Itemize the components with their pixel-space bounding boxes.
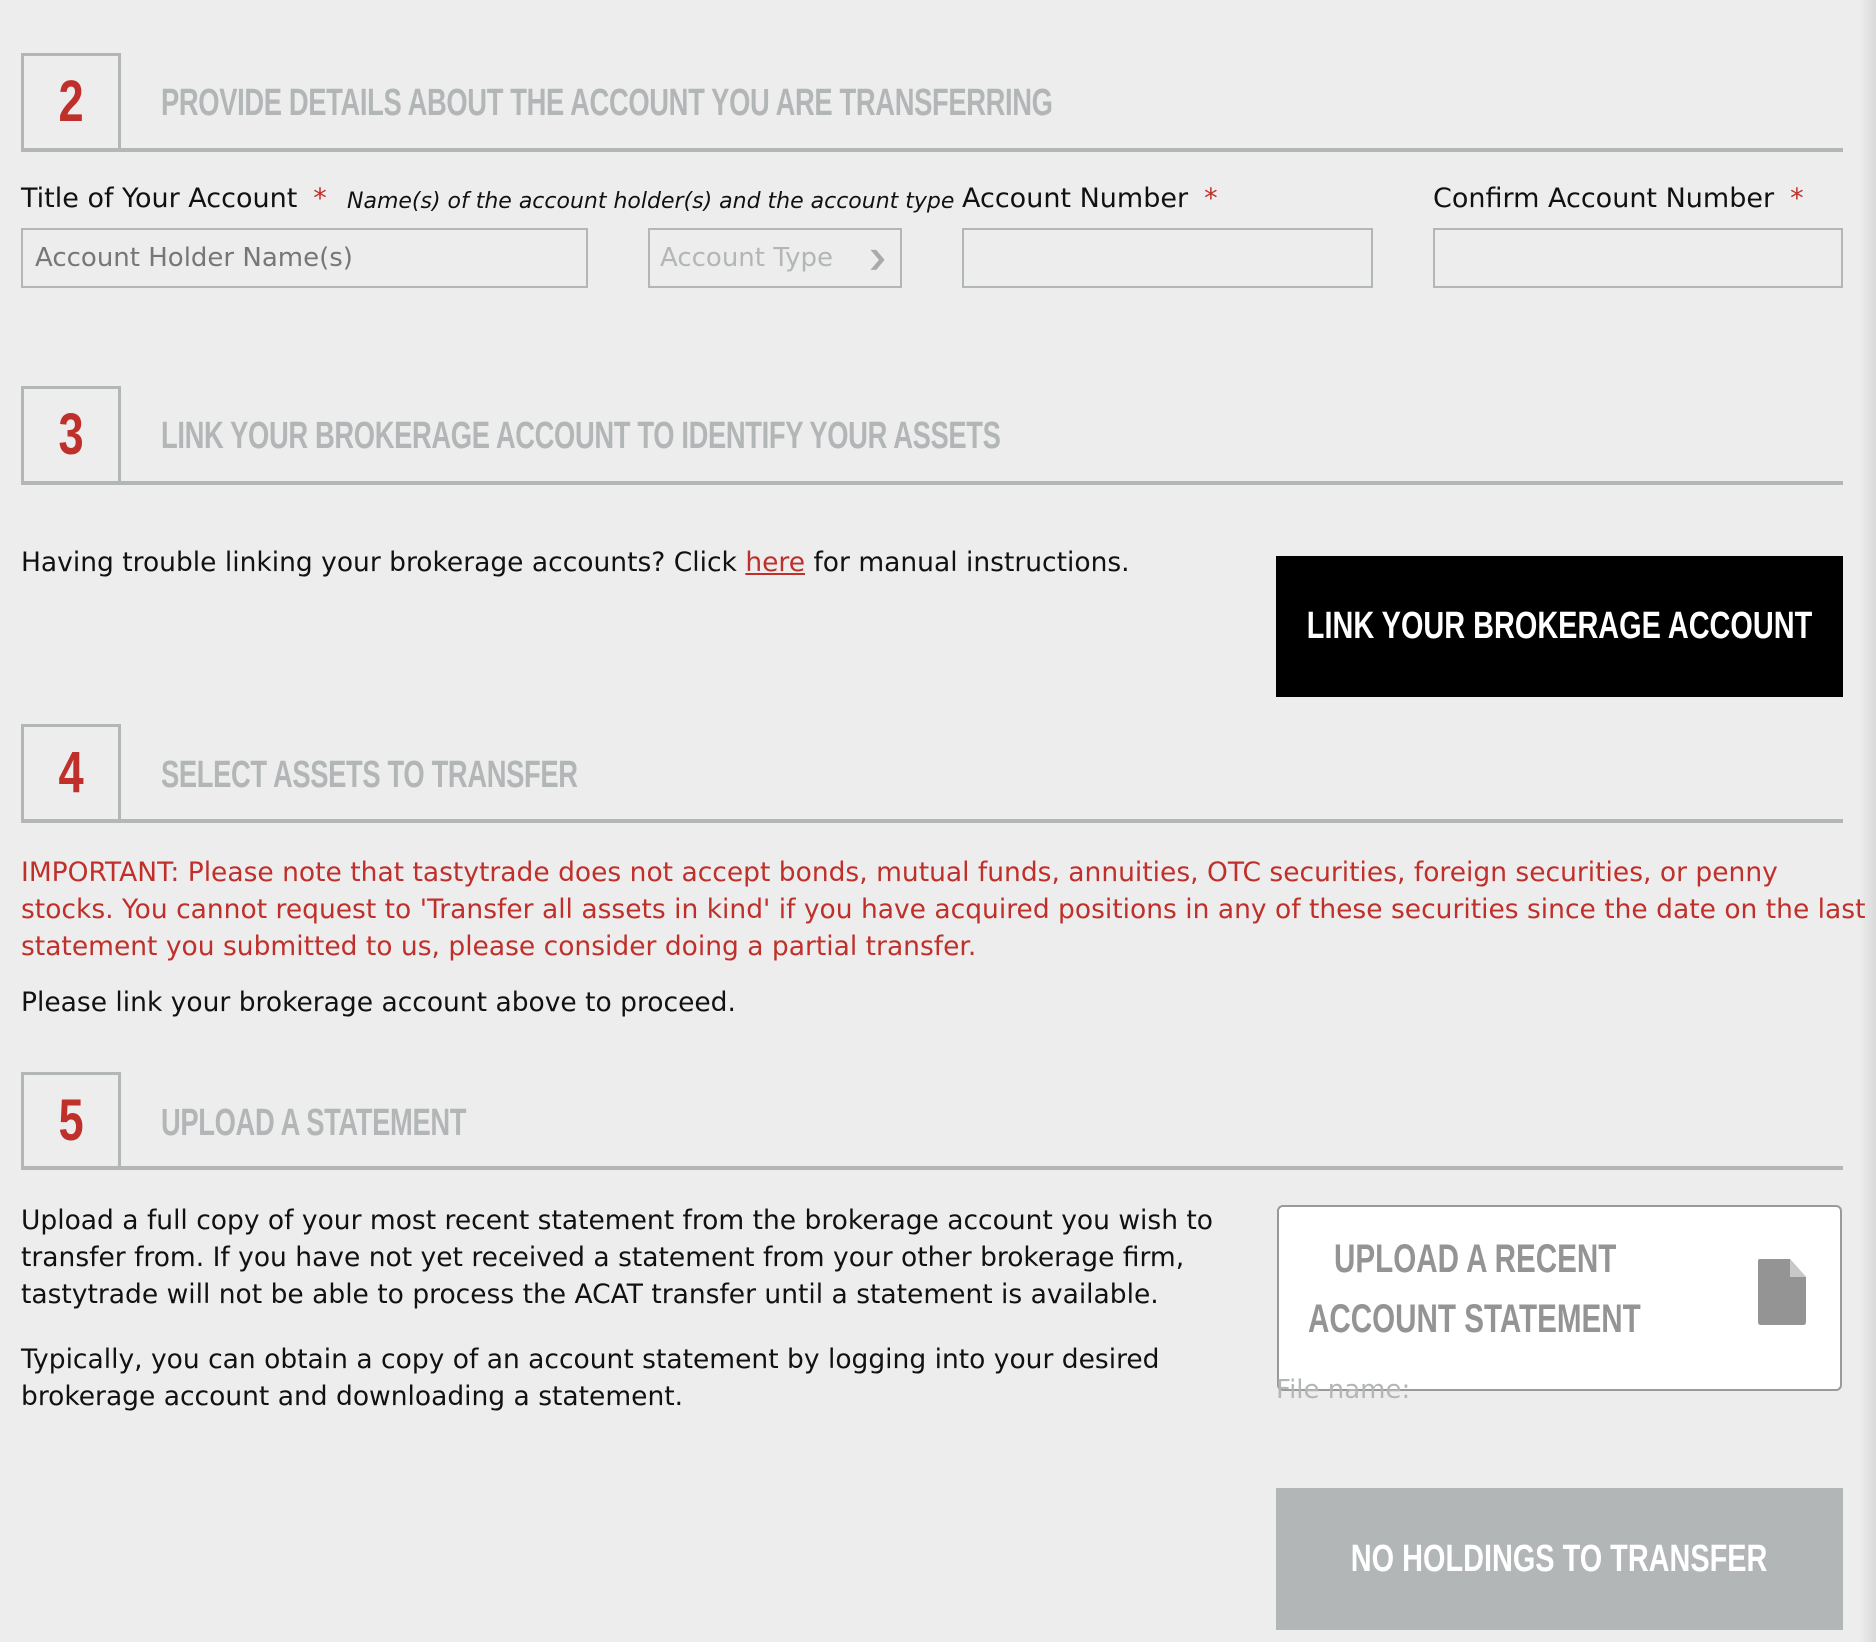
section-title: LINK YOUR BROKERAGE ACCOUNT TO IDENTIFY …: [161, 415, 1001, 457]
step-number: 4: [58, 740, 84, 805]
step-number-box: 4: [21, 724, 121, 819]
label-text: Title of Your Account: [21, 183, 298, 214]
title-hint: Name(s) of the account holder(s) and the…: [347, 189, 955, 214]
step-number: 2: [58, 69, 84, 134]
confirm-account-number-input[interactable]: [1433, 228, 1843, 288]
obtain-statement-tip: Typically, you can obtain a copy of an a…: [21, 1344, 1160, 1412]
section-divider: [21, 1166, 1843, 1170]
required-mark: *: [1204, 183, 1218, 214]
step-number-box: 2: [21, 53, 121, 148]
link-brokerage-account-button[interactable]: LINK YOUR BROKERAGE ACCOUNT: [1276, 556, 1843, 697]
file-icon: [1758, 1259, 1806, 1325]
step-number-box: 5: [21, 1072, 121, 1167]
scrollbar-track[interactable]: [1860, 0, 1876, 1642]
account-type-value: Account Type: [660, 243, 833, 273]
button-label: NO HOLDINGS TO TRANSFER: [1351, 1537, 1768, 1580]
button-label: LINK YOUR BROKERAGE ACCOUNT: [1306, 605, 1813, 647]
help-suffix: for manual instructions.: [805, 547, 1130, 578]
section-divider: [21, 819, 1843, 823]
account-number-label: Account Number *: [962, 183, 1218, 214]
upload-statement-button[interactable]: UPLOAD A RECENT ACCOUNT STATEMENT: [1277, 1205, 1842, 1391]
account-holder-name-input[interactable]: [21, 228, 588, 288]
chevron-down-icon: ❯: [866, 246, 889, 270]
section-divider: [21, 148, 1843, 152]
step-number: 5: [58, 1088, 84, 1153]
step-number: 3: [58, 402, 84, 467]
required-mark: *: [313, 183, 327, 214]
upload-label-line2: ACCOUNT STATEMENT: [1308, 1297, 1641, 1341]
manual-instructions-link[interactable]: here: [745, 547, 805, 578]
label-text: Account Number: [962, 183, 1189, 214]
no-holdings-to-transfer-button[interactable]: NO HOLDINGS TO TRANSFER: [1276, 1488, 1843, 1630]
step-number-box: 3: [21, 386, 121, 481]
file-name-label: File name:: [1276, 1375, 1411, 1405]
manual-instructions-text: Having trouble linking your brokerage ac…: [21, 544, 1221, 581]
section-title: PROVIDE DETAILS ABOUT THE ACCOUNT YOU AR…: [161, 82, 1053, 124]
confirm-account-number-label: Confirm Account Number *: [1433, 183, 1804, 214]
proceed-note: Please link your brokerage account above…: [21, 987, 736, 1018]
upload-label-line1: UPLOAD A RECENT: [1334, 1237, 1617, 1281]
required-mark: *: [1790, 183, 1804, 214]
important-notice: IMPORTANT: Please note that tastytrade d…: [21, 857, 1866, 962]
account-type-select[interactable]: Account Type ❯: [648, 228, 902, 288]
title-of-account-label: Title of Your Account *: [21, 183, 327, 214]
help-prefix: Having trouble linking your brokerage ac…: [21, 547, 746, 578]
section-title: SELECT ASSETS TO TRANSFER: [161, 754, 578, 796]
label-text: Confirm Account Number: [1433, 183, 1775, 214]
account-number-input[interactable]: [962, 228, 1373, 288]
section-divider: [21, 481, 1843, 485]
upload-instructions: Upload a full copy of your most recent s…: [21, 1205, 1214, 1310]
section-title: UPLOAD A STATEMENT: [161, 1102, 467, 1144]
